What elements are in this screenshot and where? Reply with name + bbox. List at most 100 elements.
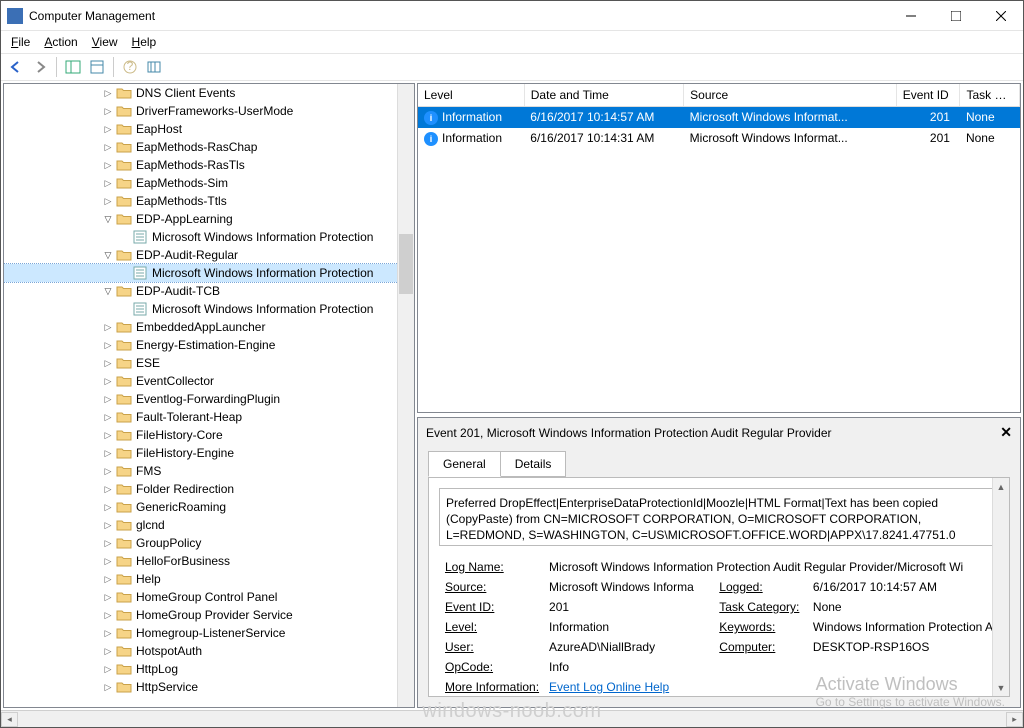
event-list[interactable]: Level Date and Time Source Event ID Task… <box>417 83 1021 413</box>
expand-toggle[interactable] <box>100 192 116 210</box>
expand-toggle[interactable] <box>100 354 116 372</box>
expand-toggle[interactable] <box>100 498 116 516</box>
show-hide-tree-button[interactable] <box>62 56 84 78</box>
expand-toggle[interactable] <box>100 480 116 498</box>
tree-node[interactable]: HomeGroup Control Panel <box>4 588 414 606</box>
help-button[interactable]: ? <box>119 56 141 78</box>
tree-hscrollbar[interactable]: ◂▸ <box>1 710 1023 727</box>
tree-node[interactable]: EDP-AppLearning <box>4 210 414 228</box>
expand-toggle[interactable] <box>100 606 116 624</box>
tree-node[interactable]: EapMethods-Sim <box>4 174 414 192</box>
toolbar-separator <box>56 57 57 77</box>
expand-toggle[interactable] <box>100 282 116 300</box>
tree-node[interactable]: EventCollector <box>4 372 414 390</box>
expand-toggle[interactable] <box>100 588 116 606</box>
expand-toggle[interactable] <box>100 156 116 174</box>
event-message[interactable]: Preferred DropEffect|EnterpriseDataProte… <box>439 488 999 546</box>
detail-scrollbar[interactable]: ▲▼ <box>992 478 1009 696</box>
tree-node[interactable]: GroupPolicy <box>4 534 414 552</box>
tree-node[interactable]: ESE <box>4 354 414 372</box>
expand-toggle[interactable] <box>100 120 116 138</box>
tree-node[interactable]: glcnd <box>4 516 414 534</box>
tree-node-label: Microsoft Windows Information Protection <box>152 300 373 318</box>
tree-node[interactable]: HomeGroup Provider Service <box>4 606 414 624</box>
tab-details[interactable]: Details <box>500 451 567 477</box>
event-row[interactable]: iInformation6/16/2017 10:14:57 AMMicroso… <box>418 107 1020 128</box>
tree-node[interactable]: EapHost <box>4 120 414 138</box>
tree-node[interactable]: EapMethods-RasTls <box>4 156 414 174</box>
menu-help[interactable]: Help <box>126 33 163 51</box>
expand-toggle[interactable] <box>100 372 116 390</box>
tab-general[interactable]: General <box>428 451 501 477</box>
expand-toggle[interactable] <box>100 642 116 660</box>
refresh-button[interactable] <box>143 56 165 78</box>
tree-node[interactable]: GenericRoaming <box>4 498 414 516</box>
menu-view[interactable]: View <box>86 33 124 51</box>
expand-toggle[interactable] <box>100 138 116 156</box>
close-button[interactable] <box>978 1 1023 30</box>
tree-node[interactable]: FileHistory-Core <box>4 426 414 444</box>
tree-node[interactable]: EapMethods-Ttls <box>4 192 414 210</box>
tree-node[interactable]: Help <box>4 570 414 588</box>
tree-node[interactable]: FileHistory-Engine <box>4 444 414 462</box>
expand-toggle[interactable] <box>100 390 116 408</box>
menu-action[interactable]: Action <box>38 33 83 51</box>
expand-toggle[interactable] <box>100 102 116 120</box>
svg-text:?: ? <box>127 59 134 73</box>
event-log-online-help-link[interactable]: Event Log Online Help <box>549 680 669 694</box>
folder-icon <box>116 428 132 442</box>
expand-toggle[interactable] <box>100 660 116 678</box>
expand-toggle[interactable] <box>100 516 116 534</box>
tree-pane[interactable]: DNS Client EventsDriverFrameworks-UserMo… <box>3 83 415 708</box>
expand-toggle[interactable] <box>100 408 116 426</box>
col-eventid[interactable]: Event ID <box>896 84 960 107</box>
detail-close-button[interactable]: ✕ <box>1000 424 1012 441</box>
back-button[interactable] <box>5 56 27 78</box>
expand-toggle[interactable] <box>100 624 116 642</box>
maximize-button[interactable] <box>933 1 978 30</box>
folder-icon <box>116 446 132 460</box>
tree-node[interactable]: DriverFrameworks-UserMode <box>4 102 414 120</box>
expand-toggle[interactable] <box>100 246 116 264</box>
menu-file[interactable]: File <box>5 33 36 51</box>
expand-toggle[interactable] <box>100 336 116 354</box>
tree-node[interactable]: HotspotAuth <box>4 642 414 660</box>
tree-node[interactable]: Microsoft Windows Information Protection <box>4 300 414 318</box>
col-datetime[interactable]: Date and Time <box>524 84 683 107</box>
expand-toggle[interactable] <box>100 444 116 462</box>
properties-button[interactable] <box>86 56 108 78</box>
tree-node[interactable]: FMS <box>4 462 414 480</box>
tree-node[interactable]: EapMethods-RasChap <box>4 138 414 156</box>
tree-node[interactable]: EmbeddedAppLauncher <box>4 318 414 336</box>
expand-toggle[interactable] <box>100 678 116 696</box>
expand-toggle[interactable] <box>100 210 116 228</box>
tree-node[interactable]: EDP-Audit-Regular <box>4 246 414 264</box>
expand-toggle[interactable] <box>100 318 116 336</box>
tree-scrollbar[interactable] <box>397 84 414 707</box>
tree-node[interactable]: HttpLog <box>4 660 414 678</box>
expand-toggle[interactable] <box>100 174 116 192</box>
col-source[interactable]: Source <box>684 84 897 107</box>
forward-button[interactable] <box>29 56 51 78</box>
expand-toggle[interactable] <box>100 462 116 480</box>
tree-node[interactable]: Folder Redirection <box>4 480 414 498</box>
tree-node[interactable]: DNS Client Events <box>4 84 414 102</box>
tree-node[interactable]: HelloForBusiness <box>4 552 414 570</box>
tree-node[interactable]: HttpService <box>4 678 414 696</box>
expand-toggle[interactable] <box>100 84 116 102</box>
tree-node[interactable]: Eventlog-ForwardingPlugin <box>4 390 414 408</box>
expand-toggle[interactable] <box>100 426 116 444</box>
col-level[interactable]: Level <box>418 84 524 107</box>
tree-node[interactable]: Microsoft Windows Information Protection <box>4 228 414 246</box>
expand-toggle[interactable] <box>100 534 116 552</box>
event-row[interactable]: iInformation6/16/2017 10:14:31 AMMicroso… <box>418 128 1020 149</box>
expand-toggle[interactable] <box>100 552 116 570</box>
tree-node[interactable]: Energy-Estimation-Engine <box>4 336 414 354</box>
tree-node[interactable]: Microsoft Windows Information Protection <box>4 264 414 282</box>
tree-node[interactable]: Fault-Tolerant-Heap <box>4 408 414 426</box>
tree-node[interactable]: EDP-Audit-TCB <box>4 282 414 300</box>
expand-toggle[interactable] <box>100 570 116 588</box>
tree-node[interactable]: Homegroup-ListenerService <box>4 624 414 642</box>
col-taskcat[interactable]: Task C... <box>960 84 1020 107</box>
minimize-button[interactable] <box>888 1 933 30</box>
